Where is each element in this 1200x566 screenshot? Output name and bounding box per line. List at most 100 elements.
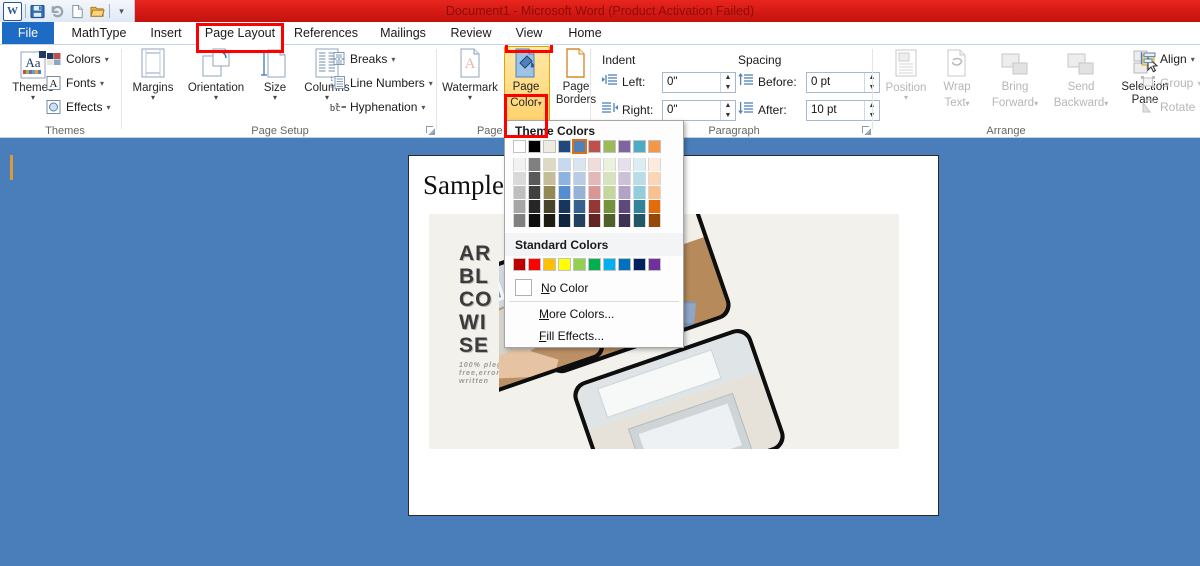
standard-color-swatch[interactable] [588,258,601,271]
theme-color-variant[interactable] [543,186,556,199]
standard-color-swatch[interactable] [633,258,646,271]
tab-file[interactable]: File [2,22,54,45]
theme-color-variant[interactable] [633,172,646,185]
theme-color-swatch-selected[interactable] [572,139,587,154]
theme-color-column[interactable] [543,140,556,227]
standard-color-swatch[interactable] [618,258,631,271]
theme-color-variant[interactable] [588,158,601,171]
tab-home[interactable]: Home [558,22,612,45]
theme-color-variant[interactable] [528,200,541,213]
theme-color-variant[interactable] [633,200,646,213]
watermark-button[interactable]: A Watermark ▾ [442,48,498,102]
theme-color-swatch[interactable] [513,140,526,153]
theme-color-variant[interactable] [513,172,526,185]
indent-left-input[interactable]: 0" ▲ ▼ [662,72,736,93]
theme-color-column[interactable] [633,140,646,227]
theme-color-variant[interactable] [573,158,586,171]
theme-color-variant[interactable] [618,172,631,185]
spacing-before-input[interactable]: 0 pt ▲▼ [806,72,880,93]
theme-color-column[interactable] [528,140,541,227]
theme-color-variant[interactable] [603,186,616,199]
align-button[interactable]: Align ▾ [1140,51,1195,67]
hyphenation-button[interactable]: bca Hyphenation ▾ [330,99,425,115]
theme-color-variant[interactable] [573,200,586,213]
theme-color-variant[interactable] [648,158,661,171]
tab-insert[interactable]: Insert [140,22,192,45]
page-color-button[interactable]: Page Color▾ [504,48,548,111]
standard-color-swatch[interactable] [648,258,661,271]
tab-mathtype[interactable]: MathType [62,22,136,45]
theme-color-variant[interactable] [618,200,631,213]
theme-color-variant[interactable] [528,158,541,171]
theme-color-variant[interactable] [543,200,556,213]
paragraph-dialog-launcher[interactable] [862,126,872,136]
theme-color-swatch[interactable] [588,140,601,153]
theme-color-variant[interactable] [618,186,631,199]
theme-color-variant[interactable] [588,200,601,213]
theme-color-variant[interactable] [573,172,586,185]
page-setup-dialog-launcher[interactable] [426,126,436,136]
size-button[interactable]: Size ▾ [252,48,298,102]
page-borders-button[interactable]: Page Borders [552,48,600,106]
theme-color-variant[interactable] [648,214,661,227]
theme-color-variant[interactable] [648,200,661,213]
theme-color-swatch[interactable] [558,140,571,153]
theme-color-variant[interactable] [648,186,661,199]
theme-color-variant[interactable] [588,172,601,185]
send-backward-button[interactable]: Send Backward▾ [1048,48,1114,111]
theme-color-variant[interactable] [558,172,571,185]
theme-color-variant[interactable] [528,214,541,227]
theme-effects-button[interactable]: Effects ▾ [46,99,110,115]
theme-color-variant[interactable] [558,200,571,213]
theme-color-variant[interactable] [558,158,571,171]
theme-color-variant[interactable] [513,186,526,199]
orientation-button[interactable]: Orientation ▾ [182,48,250,102]
spacing-after-input[interactable]: 10 pt ▲▼ [806,100,880,121]
standard-colors-grid[interactable] [505,256,683,271]
theme-color-column[interactable] [513,140,526,227]
group-button[interactable]: Group ▾ [1140,75,1200,91]
bring-forward-button[interactable]: Bring Forward▾ [982,48,1048,111]
theme-color-variant[interactable] [618,214,631,227]
tab-mailings[interactable]: Mailings [368,22,438,45]
standard-color-swatch[interactable] [558,258,571,271]
theme-color-variant[interactable] [528,172,541,185]
theme-color-column[interactable] [588,140,601,227]
theme-color-variant[interactable] [573,214,586,227]
theme-color-swatch[interactable] [603,140,616,153]
theme-colors-button[interactable]: Colors ▾ [46,51,109,67]
theme-color-variant[interactable] [528,186,541,199]
theme-color-variant[interactable] [603,172,616,185]
theme-color-variant[interactable] [603,214,616,227]
theme-color-variant[interactable] [648,172,661,185]
theme-color-swatch[interactable] [648,140,661,153]
tab-view[interactable]: View [504,22,554,45]
standard-color-swatch[interactable] [603,258,616,271]
tab-review[interactable]: Review [442,22,500,45]
line-numbers-button[interactable]: 12 Line Numbers ▾ [330,75,433,91]
theme-color-variant[interactable] [513,200,526,213]
theme-color-variant[interactable] [513,214,526,227]
indent-left-stepper[interactable]: ▲ ▼ [720,73,735,92]
theme-color-variant[interactable] [588,214,601,227]
theme-color-column[interactable] [648,140,661,227]
open-folder-icon[interactable] [89,3,106,20]
theme-color-swatch[interactable] [543,140,556,153]
customize-toolbar-icon[interactable]: ▾ [113,3,130,20]
theme-fonts-button[interactable]: A Fonts ▾ [46,75,104,91]
rotate-button[interactable]: Rotate ▾ [1140,99,1200,115]
theme-color-variant[interactable] [633,158,646,171]
theme-color-variant[interactable] [558,186,571,199]
indent-right-input[interactable]: 0" ▲ ▼ [662,100,736,121]
standard-color-swatch[interactable] [513,258,526,271]
tab-page-layout[interactable]: Page Layout [196,22,284,45]
theme-color-variant[interactable] [618,158,631,171]
theme-color-variant[interactable] [573,186,586,199]
page-color-menu[interactable]: Theme Colors Standard Colors No Color Mo… [504,120,684,348]
theme-color-variant[interactable] [603,158,616,171]
theme-color-column[interactable] [603,140,616,227]
theme-color-variant[interactable] [633,186,646,199]
breaks-button[interactable]: Breaks ▾ [330,51,395,67]
undo-icon[interactable] [49,3,66,20]
theme-color-variant[interactable] [543,172,556,185]
